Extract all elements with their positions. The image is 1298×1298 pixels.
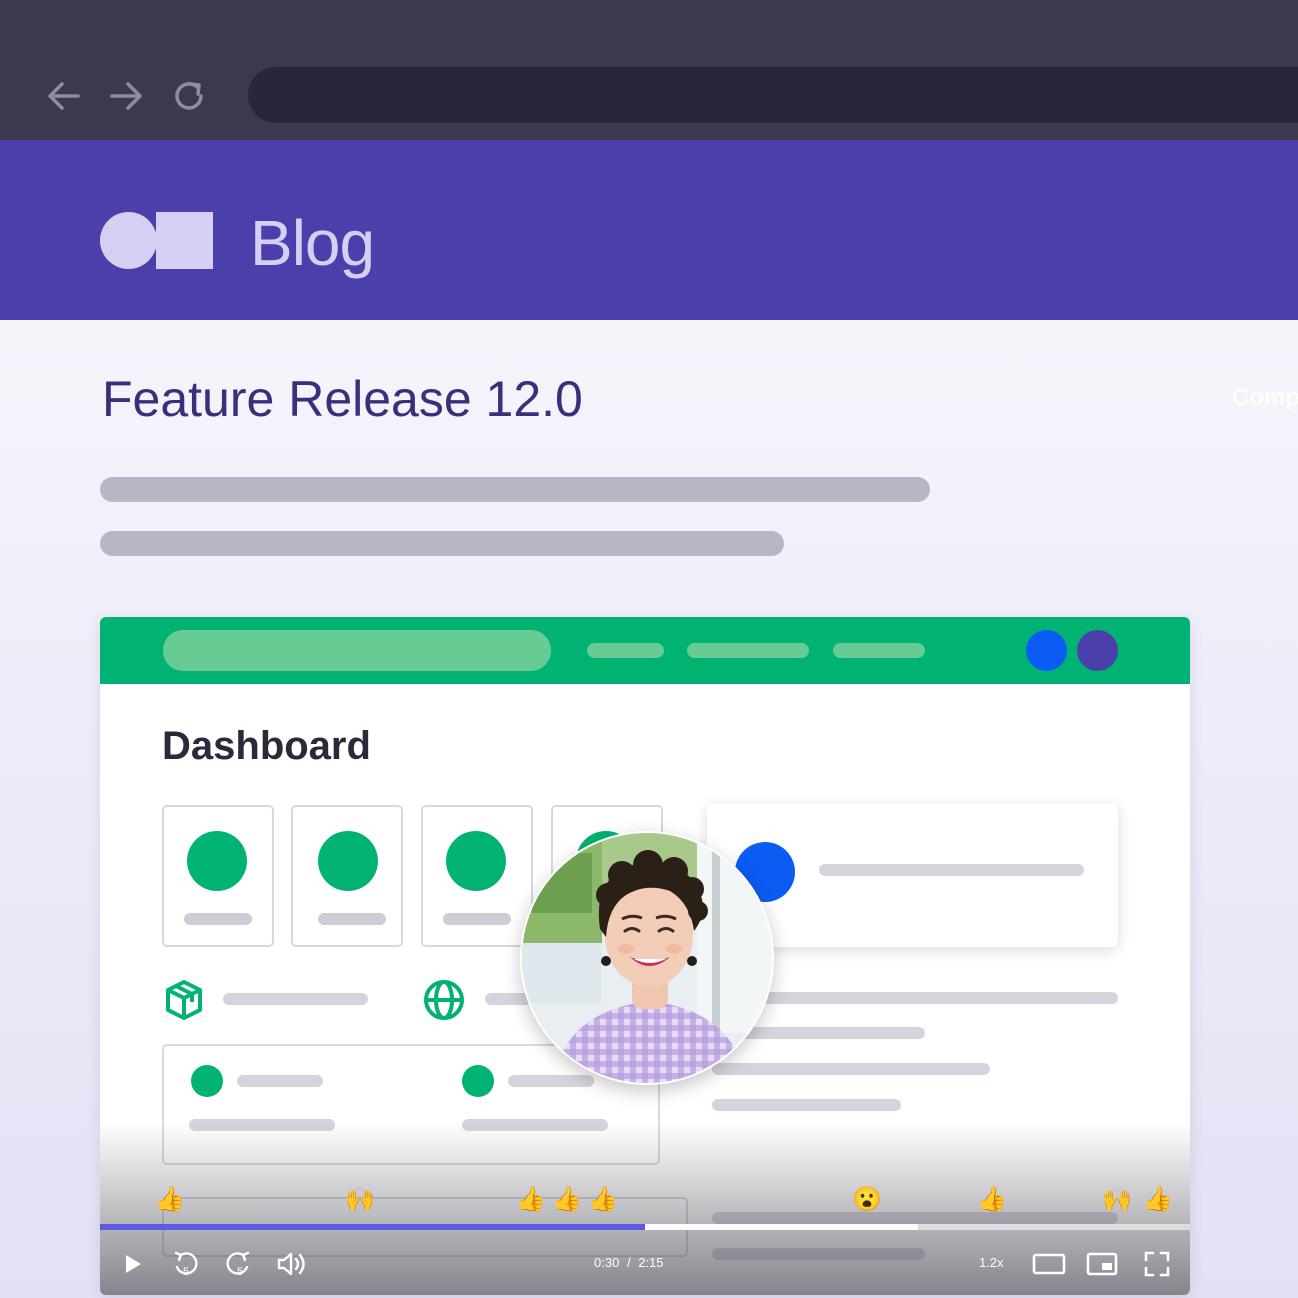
svg-text:5: 5 [237, 1266, 243, 1278]
app-nav-placeholder [687, 643, 809, 658]
arrow-right-icon [110, 82, 142, 110]
time-separator: / [626, 1255, 631, 1270]
play-icon [126, 1255, 141, 1273]
globe-icon [424, 980, 464, 1020]
fullscreen-button[interactable] [1141, 1249, 1173, 1279]
stat-tile [162, 805, 274, 947]
fullscreen-icon [1144, 1251, 1170, 1277]
stat-tile [291, 805, 403, 947]
app-nav-placeholder [833, 643, 925, 658]
reaction[interactable]: 👍 [588, 1185, 618, 1215]
app-nav-placeholder [587, 643, 664, 658]
reload-icon [175, 82, 203, 110]
reaction[interactable]: 👍 [552, 1185, 582, 1215]
picture-in-picture-button[interactable] [1085, 1249, 1119, 1279]
duration: 2:15 [638, 1255, 664, 1270]
text-placeholder [223, 993, 368, 1005]
progress-bar[interactable] [100, 1224, 1190, 1230]
logo-circle-icon[interactable] [100, 212, 157, 269]
played-bar [100, 1224, 645, 1230]
article-text-placeholder [100, 477, 930, 502]
arrow-left-icon [48, 82, 80, 110]
dashboard-title: Dashboard [162, 724, 371, 768]
blog-title[interactable]: Blog [250, 205, 375, 281]
stat-tile [421, 805, 533, 947]
reaction[interactable]: 🙌 [1102, 1185, 1132, 1215]
app-search-placeholder [163, 630, 551, 671]
current-time: 0:30 [594, 1255, 620, 1270]
reaction[interactable]: 👍 [516, 1185, 546, 1215]
reaction[interactable]: 😮 [852, 1185, 882, 1215]
play-button[interactable] [118, 1249, 148, 1279]
pip-icon [1086, 1252, 1118, 1276]
text-placeholder [712, 1099, 901, 1111]
article-title: Feature Release 12.0 [102, 371, 583, 427]
forward-5-icon: 5 [226, 1251, 250, 1278]
volume-icon [277, 1252, 305, 1276]
reload-button[interactable] [167, 74, 211, 118]
app-navbar [100, 617, 1190, 684]
box-icon [166, 980, 202, 1020]
presenter-portrait-image [522, 833, 772, 1083]
text-placeholder [712, 1063, 990, 1075]
volume-button[interactable] [275, 1249, 309, 1279]
reaction[interactable]: 👍 [1143, 1185, 1173, 1215]
avatar [1077, 630, 1118, 671]
presenter-video-bubble[interactable] [520, 831, 774, 1085]
forward-5-button[interactable]: 5 [222, 1249, 254, 1279]
article-text-placeholder [100, 531, 784, 556]
reaction-timeline: 👍 🙌 👍 👍 👍 😮 👍 🙌 👍 [100, 1185, 1190, 1219]
reaction[interactable]: 👍 [155, 1185, 185, 1215]
back-button[interactable] [42, 74, 86, 118]
playback-speed-button[interactable]: 1.2x [979, 1255, 1004, 1270]
logo-square-icon[interactable] [156, 212, 213, 269]
rewind-5-icon: 5 [174, 1251, 198, 1278]
theater-icon [1032, 1253, 1066, 1275]
theater-mode-button[interactable] [1031, 1249, 1067, 1279]
browser-toolbar [0, 0, 1298, 140]
reaction[interactable]: 🙌 [345, 1185, 375, 1215]
avatar [1026, 630, 1067, 671]
address-bar[interactable] [248, 67, 1298, 123]
time-display: 0:30 / 2:15 [594, 1255, 664, 1270]
rewind-button[interactable]: 5 [170, 1249, 202, 1279]
text-placeholder [712, 992, 1118, 1004]
reaction[interactable]: 👍 [977, 1185, 1007, 1215]
svg-text:5: 5 [183, 1266, 189, 1278]
overflow-text: Comp [1232, 384, 1298, 411]
forward-button[interactable] [104, 74, 148, 118]
